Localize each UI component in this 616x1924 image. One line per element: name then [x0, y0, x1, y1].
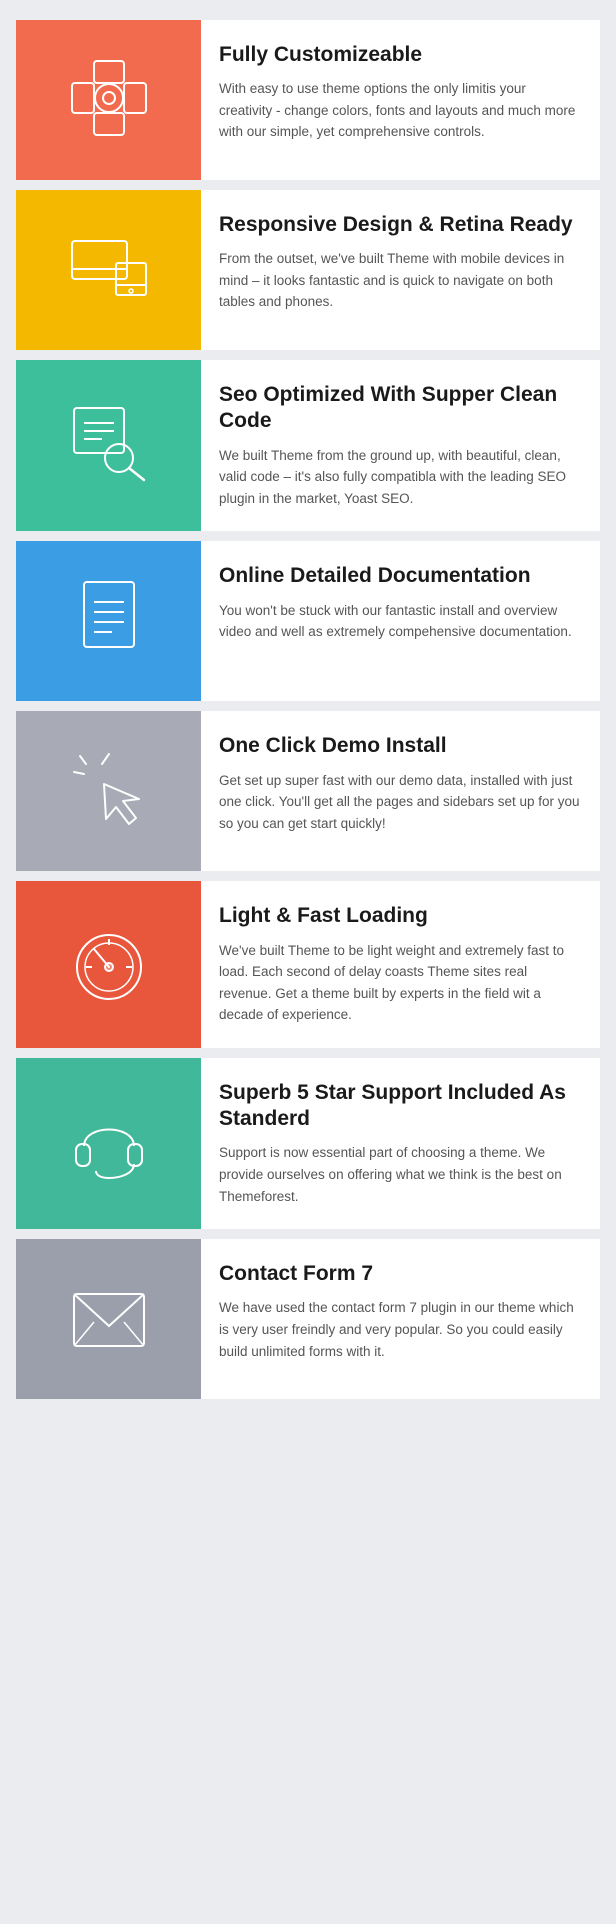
- feature-title-documentation: Online Detailed Documentation: [219, 563, 582, 589]
- feature-list: Fully Customizeable With easy to use them…: [0, 0, 616, 1419]
- feature-content-support: Superb 5 Star Support Included As Stande…: [201, 1058, 600, 1229]
- feature-title-fast: Light & Fast Loading: [219, 903, 582, 929]
- headset-icon: [64, 1096, 154, 1191]
- feature-desc-seo: We built Theme from the ground up, with …: [219, 445, 582, 510]
- feature-content-responsive: Responsive Design & Retina Ready From the…: [201, 190, 600, 350]
- speedometer-icon: [64, 917, 154, 1012]
- feature-item-fast: Light & Fast Loading We've built Theme to…: [16, 881, 600, 1048]
- mail-icon: [64, 1272, 154, 1367]
- feature-desc-support: Support is now essential part of choosin…: [219, 1142, 582, 1207]
- feature-content-contact: Contact Form 7 We have used the contact f…: [201, 1239, 600, 1399]
- feature-icon-box-customizeable: [16, 20, 201, 180]
- feature-item-responsive: Responsive Design & Retina Ready From the…: [16, 190, 600, 350]
- search-code-icon: [64, 398, 154, 493]
- devices-icon: [64, 223, 154, 318]
- feature-title-responsive: Responsive Design & Retina Ready: [219, 212, 582, 238]
- feature-title-customizeable: Fully Customizeable: [219, 42, 582, 68]
- feature-title-contact: Contact Form 7: [219, 1261, 582, 1287]
- document-icon: [64, 574, 154, 669]
- feature-item-demo: One Click Demo Install Get set up super f…: [16, 711, 600, 871]
- feature-title-demo: One Click Demo Install: [219, 733, 582, 759]
- feature-desc-fast: We've built Theme to be light weight and…: [219, 940, 582, 1026]
- feature-icon-box-contact: [16, 1239, 201, 1399]
- feature-desc-contact: We have used the contact form 7 plugin i…: [219, 1297, 582, 1362]
- feature-title-support: Superb 5 Star Support Included As Stande…: [219, 1080, 582, 1133]
- feature-icon-box-documentation: [16, 541, 201, 701]
- feature-content-documentation: Online Detailed Documentation You won't b…: [201, 541, 600, 701]
- feature-icon-box-demo: [16, 711, 201, 871]
- feature-title-seo: Seo Optimized With Supper Clean Code: [219, 382, 582, 435]
- feature-desc-responsive: From the outset, we've built Theme with …: [219, 248, 582, 313]
- gear-icon: [64, 53, 154, 148]
- feature-item-documentation: Online Detailed Documentation You won't b…: [16, 541, 600, 701]
- click-icon: [64, 744, 154, 839]
- feature-item-contact: Contact Form 7 We have used the contact f…: [16, 1239, 600, 1399]
- feature-icon-box-responsive: [16, 190, 201, 350]
- feature-icon-box-support: [16, 1058, 201, 1229]
- feature-desc-demo: Get set up super fast with our demo data…: [219, 770, 582, 835]
- feature-content-seo: Seo Optimized With Supper Clean Code We b…: [201, 360, 600, 531]
- feature-item-customizeable: Fully Customizeable With easy to use them…: [16, 20, 600, 180]
- feature-content-demo: One Click Demo Install Get set up super f…: [201, 711, 600, 871]
- feature-content-fast: Light & Fast Loading We've built Theme to…: [201, 881, 600, 1048]
- feature-desc-customizeable: With easy to use theme options the only …: [219, 78, 582, 143]
- feature-icon-box-fast: [16, 881, 201, 1048]
- feature-item-support: Superb 5 Star Support Included As Stande…: [16, 1058, 600, 1229]
- feature-desc-documentation: You won't be stuck with our fantastic in…: [219, 600, 582, 643]
- feature-item-seo: Seo Optimized With Supper Clean Code We b…: [16, 360, 600, 531]
- feature-content-customizeable: Fully Customizeable With easy to use them…: [201, 20, 600, 180]
- feature-icon-box-seo: [16, 360, 201, 531]
